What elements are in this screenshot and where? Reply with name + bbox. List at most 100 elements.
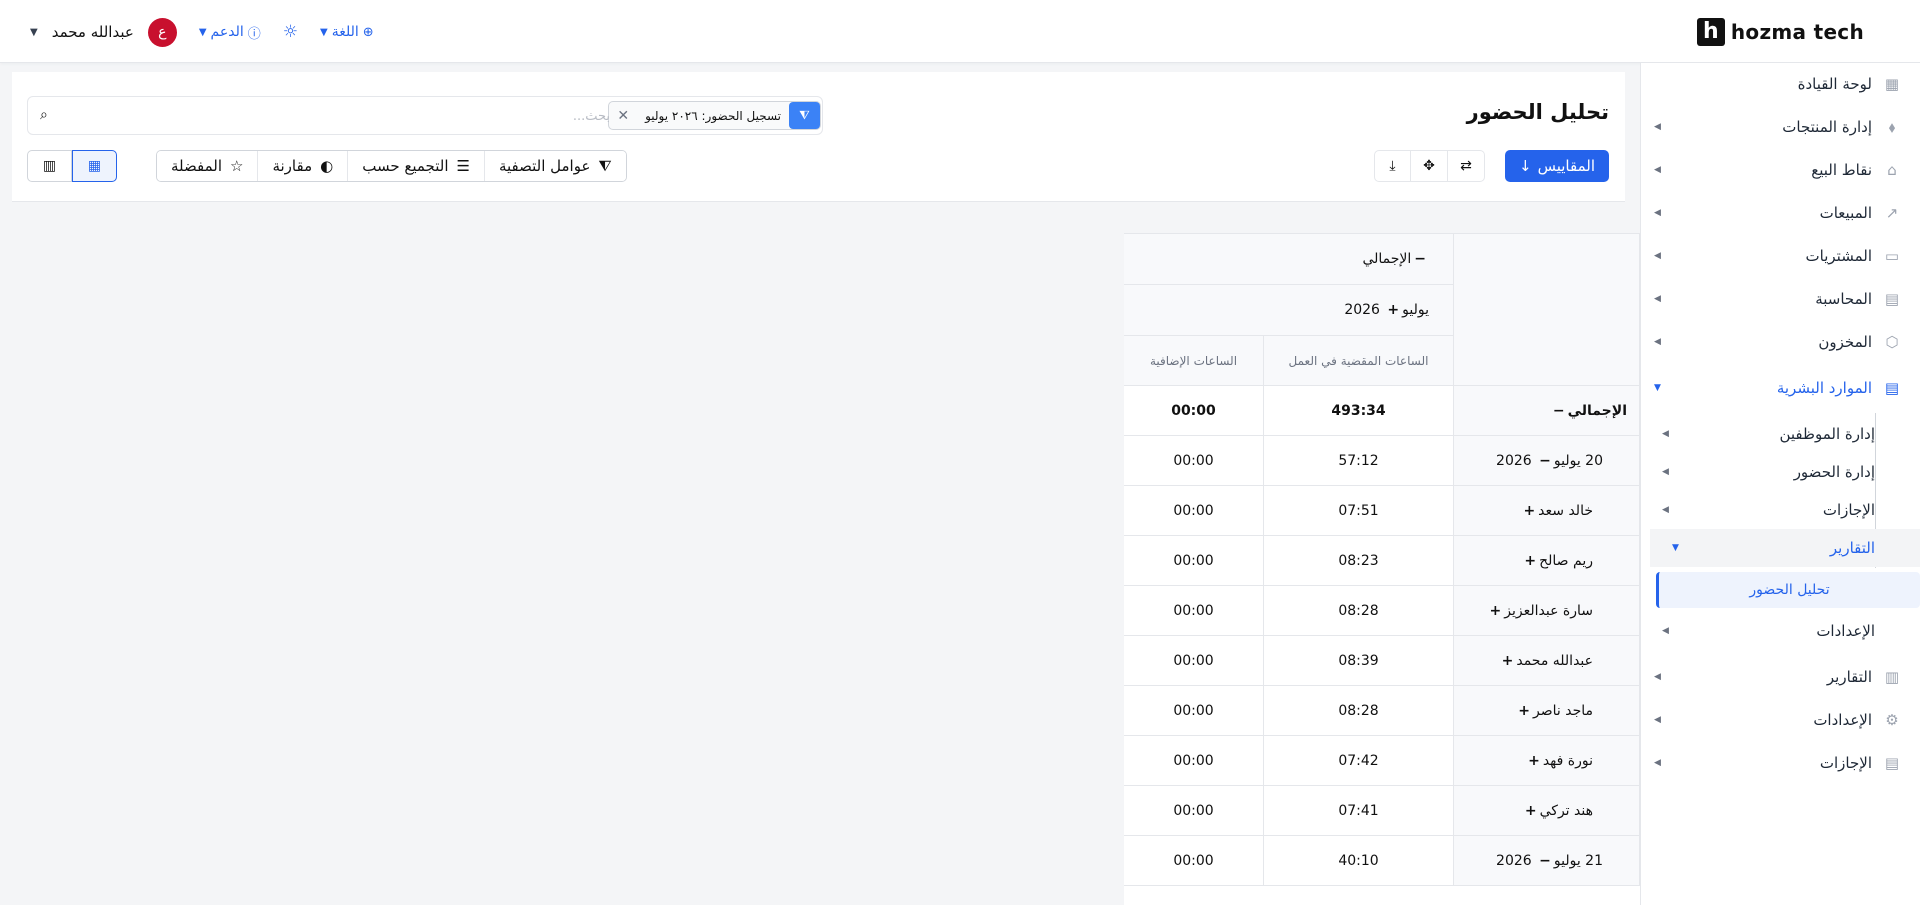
col-header-total[interactable]: −الإجمالي <box>1124 233 1454 285</box>
logo-mark: h <box>1696 18 1725 46</box>
table-row: 21 يوليو− 2026 40:10 00:00 <box>1124 835 1640 886</box>
language-menu[interactable]: ▼ اللغة ⊕ <box>320 24 374 40</box>
sidebar-item-leaves[interactable]: ▤ الإجازات ◀ <box>1640 743 1920 783</box>
row-header-label: خالد سعد <box>1538 502 1593 519</box>
sidebar-item-hr[interactable]: ▤ الموارد البشرية ▼ <box>1640 368 1920 408</box>
table-cell[interactable]: 07:42 <box>1263 735 1454 786</box>
row-header-label: ماجد ناصر <box>1533 702 1593 719</box>
sidebar-item-inventory[interactable]: ⬡ المخزون ◀ <box>1640 322 1920 362</box>
arrow-down-icon: ↓ <box>1519 157 1532 175</box>
search-icon[interactable]: ⌕ <box>40 107 48 123</box>
sidebar-item-reports[interactable]: ▥ التقارير ◀ <box>1640 657 1920 697</box>
pivot-table: −الإجمالي يوليو+ 2026 الساعات المقضية في… <box>1124 233 1640 905</box>
compare-button[interactable]: ◐ مقارنة <box>257 151 348 181</box>
group-by-button[interactable]: ☰ التجميع حسب <box>347 151 484 181</box>
search-facet[interactable]: ⧩ تسجيل الحضور: ٢٠٢٦ يوليو ✕ <box>608 101 821 130</box>
row-header[interactable]: نورة فهد+ <box>1453 735 1640 786</box>
table-cell[interactable]: 00:00 <box>1124 585 1264 636</box>
table-cell[interactable]: 57:12 <box>1263 435 1454 486</box>
submenu-item-reports[interactable]: التقارير ▼ <box>1650 529 1920 567</box>
chevron-down-icon: ▼ <box>320 26 328 38</box>
download-button[interactable]: ⤓ <box>1374 150 1411 182</box>
table-cell[interactable]: 00:00 <box>1124 735 1264 786</box>
table-cell[interactable]: 00:00 <box>1124 435 1264 486</box>
measure-header[interactable]: الساعات المقضية في العمل <box>1263 335 1454 386</box>
collapse-icon: − <box>1552 402 1565 419</box>
sidebar-item-purchases[interactable]: ▭ المشتريات ◀ <box>1640 236 1920 276</box>
row-header[interactable]: سارة عبدالعزيز+ <box>1453 585 1640 636</box>
table-cell[interactable]: 08:28 <box>1263 685 1454 736</box>
sidebar-item-label: المشتريات <box>1805 247 1872 265</box>
sidebar-item-accounting[interactable]: ▤ المحاسبة ◀ <box>1640 279 1920 319</box>
table-row: ماجد ناصر+ 08:28 00:00 <box>1124 685 1640 736</box>
table-cell[interactable]: 00:00 <box>1124 635 1264 686</box>
top-bar: h hozma tech ▼ عبدالله محمد ع ▼ الدعم ⓘ … <box>0 0 1920 63</box>
pivot-view-button[interactable]: ▦ <box>72 150 117 182</box>
submenu-item-employees[interactable]: إدارة الموظفين ◀ <box>1640 415 1920 453</box>
close-icon[interactable]: ✕ <box>609 108 637 124</box>
submenu-item-attendance[interactable]: إدارة الحضور ◀ <box>1640 453 1920 491</box>
bar-chart-icon: ▥ <box>42 158 57 174</box>
table-cell[interactable]: 00:00 <box>1124 785 1264 836</box>
col-header-month[interactable]: يوليو+ 2026 <box>1124 284 1454 336</box>
sidebar-item-products[interactable]: ⬧ إدارة المنتجات ◀ <box>1640 107 1920 147</box>
table-cell[interactable]: 493:34 <box>1263 385 1454 436</box>
table-cell[interactable]: 08:39 <box>1263 635 1454 686</box>
table-cell[interactable]: 00:00 <box>1124 385 1264 436</box>
search-input[interactable] <box>68 105 610 127</box>
expand-icon: + <box>1524 552 1537 569</box>
table-cell[interactable]: 40:10 <box>1263 835 1454 886</box>
table-cell[interactable]: 00:00 <box>1124 685 1264 736</box>
row-header[interactable]: ريم صالح+ <box>1453 535 1640 586</box>
row-header[interactable]: هند تركي+ <box>1453 785 1640 836</box>
row-header[interactable]: خالد سعد+ <box>1453 485 1640 536</box>
sidebar-item-settings[interactable]: ⚙ الإعدادات ◀ <box>1640 700 1920 740</box>
sidebar-item-label: لوحة القيادة <box>1797 75 1872 93</box>
submenu-leaf-attendance-analysis[interactable]: تحليل الحضور <box>1656 572 1920 608</box>
table-cell[interactable]: 07:51 <box>1263 485 1454 536</box>
graph-view-button[interactable]: ▥ <box>27 150 72 182</box>
sidebar-item-dashboard[interactable]: ▦ لوحة القيادة <box>1640 64 1920 104</box>
table-cell[interactable]: 07:41 <box>1263 785 1454 836</box>
sidebar-item-sales[interactable]: ↗ المبيعات ◀ <box>1640 193 1920 233</box>
chevron-left-icon: ◀ <box>1654 165 1661 175</box>
favorites-button[interactable]: ☆ المفضلة <box>157 151 258 181</box>
filters-button[interactable]: ⧩ عوامل التصفية <box>483 151 626 181</box>
row-header-year: 2026 <box>1496 852 1532 869</box>
submenu-leaf-label: تحليل الحضور <box>1749 582 1830 598</box>
store-icon: ⌂ <box>1887 161 1897 179</box>
support-menu[interactable]: ▼ الدعم ⓘ <box>199 23 261 42</box>
row-header[interactable]: ماجد ناصر+ <box>1453 685 1640 736</box>
download-icon: ⤓ <box>1389 158 1396 174</box>
table-cell[interactable]: 00:00 <box>1124 485 1264 536</box>
row-header[interactable]: عبدالله محمد+ <box>1453 635 1640 686</box>
table-cell[interactable]: 08:23 <box>1263 535 1454 586</box>
swap-icon: ⇄ <box>1460 158 1472 174</box>
submenu-item-leaves[interactable]: الإجازات ◀ <box>1640 491 1920 529</box>
measure-header[interactable]: الساعات الإضافية <box>1124 335 1264 386</box>
globe-icon: ⊕ <box>362 24 374 40</box>
table-row: هند تركي+ 07:41 00:00 <box>1124 785 1640 836</box>
submenu-item-settings[interactable]: الإعدادات ◀ <box>1640 612 1920 650</box>
row-header[interactable]: 21 يوليو− 2026 <box>1453 835 1640 886</box>
sun-icon[interactable]: ☼ <box>283 22 298 42</box>
table-cell[interactable]: 08:28 <box>1263 585 1454 636</box>
table-cell[interactable]: 00:00 <box>1124 835 1264 886</box>
row-header[interactable]: 20 يوليو− 2026 <box>1453 435 1640 486</box>
view-switcher: ▥ ▦ <box>27 150 117 182</box>
table-row: خالد سعد+ 07:51 00:00 <box>1124 485 1640 536</box>
sidebar-item-label: التقارير <box>1826 668 1872 686</box>
row-header[interactable]: الإجمالي− <box>1453 385 1640 436</box>
table-cell[interactable]: 00:00 <box>1124 535 1264 586</box>
sidebar-item-pos[interactable]: ⌂ نقاط البيع ◀ <box>1640 150 1920 190</box>
chevron-down-icon: ▼ <box>30 26 38 38</box>
expand-all-button[interactable]: ✥ <box>1411 150 1448 182</box>
chevron-left-icon: ◀ <box>1662 467 1669 477</box>
row-header-year: 2026 <box>1496 452 1532 469</box>
pivot-corner <box>1453 233 1640 386</box>
flip-axis-button[interactable]: ⇄ <box>1448 150 1485 182</box>
measures-button[interactable]: المقاييس ↓ <box>1505 150 1609 182</box>
app-logo[interactable]: h hozma tech <box>1696 18 1864 46</box>
table-row: عبدالله محمد+ 08:39 00:00 <box>1124 635 1640 686</box>
user-menu[interactable]: ▼ عبدالله محمد ع <box>30 17 177 47</box>
